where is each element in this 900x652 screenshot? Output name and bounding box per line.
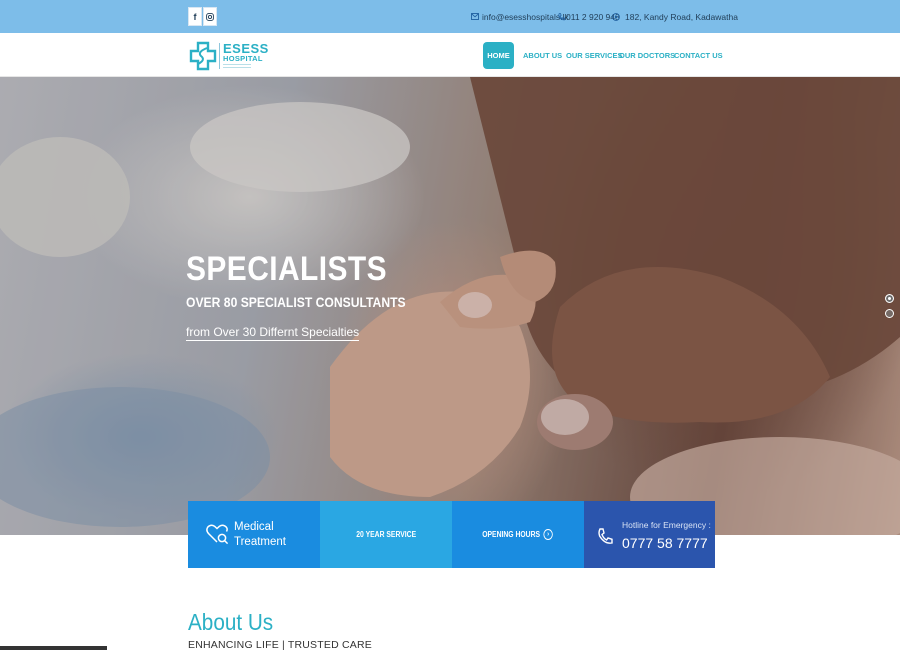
nav-our-doctors[interactable]: OUR DOCTORS <box>619 42 675 69</box>
slider-dot-2[interactable] <box>885 309 894 318</box>
heart-search-icon <box>206 524 229 545</box>
about-subheading: ENHANCING LIFE | TRUSTED CARE <box>188 639 372 651</box>
hero-banner: SPECIALISTS OVER 80 SPECIALIST CONSULTAN… <box>0 77 900 535</box>
medical-treatment-label: Medical Treatment <box>234 521 286 548</box>
nav-about-us[interactable]: ABOUT US <box>523 42 562 69</box>
nav-our-services[interactable]: OUR SERVICES <box>566 42 623 69</box>
facebook-link[interactable]: f <box>188 7 202 26</box>
hero-title: SPECIALISTS <box>186 250 388 288</box>
emergency-hotline-box[interactable]: Hotline for Emergency : 0777 58 7777 <box>584 501 715 568</box>
opening-hours-label: OPENING HOURS › <box>483 529 554 540</box>
service-years-box: 20 YEAR SERVICE <box>320 501 452 568</box>
email-contact[interactable]: info@esesshospitals.lk <box>471 0 569 33</box>
bottom-scroll-indicator <box>0 646 107 650</box>
instagram-icon <box>206 12 214 21</box>
email-text: info@esesshospitals.lk <box>482 11 569 22</box>
about-heading: About Us <box>188 609 274 635</box>
instagram-link[interactable] <box>203 7 217 26</box>
medical-treatment-box[interactable]: Medical Treatment <box>188 501 322 568</box>
address-contact: 182, Kandy Road, Kadawatha <box>612 0 738 33</box>
nav-contact-us[interactable]: CONTACT US <box>674 42 723 69</box>
hotline-number[interactable]: 0777 58 7777 <box>622 535 708 551</box>
service-years-label: 20 YEAR SERVICE <box>356 530 416 539</box>
slider-dot-1[interactable] <box>885 294 894 303</box>
email-icon <box>471 13 479 20</box>
logo-subtitle: HOSPITAL <box>223 54 263 63</box>
nav-home[interactable]: HOME <box>483 42 514 69</box>
medical-cross-logo-icon <box>189 41 217 71</box>
address-text: 182, Kandy Road, Kadawatha <box>625 11 738 22</box>
location-icon <box>612 12 620 21</box>
top-bar: f info@esesshospitals.lk 011 2 920 943 1… <box>0 0 900 33</box>
hero-specialties-link[interactable]: from Over 30 Differnt Specialties <box>186 325 360 341</box>
logo-divider <box>219 43 220 69</box>
hotline-caption: Hotline for Emergency : <box>622 520 711 530</box>
main-navbar: ESESS HOSPITAL HOME ABOUT US OUR SERVICE… <box>0 33 900 77</box>
hero-subtitle: OVER 80 SPECIALIST CONSULTANTS <box>186 295 406 310</box>
phone-icon <box>598 528 613 544</box>
phone-icon <box>558 12 565 21</box>
phone-contact[interactable]: 011 2 920 943 <box>558 0 620 33</box>
opening-hours-box[interactable]: OPENING HOURS › <box>452 501 584 568</box>
opening-hours-text: OPENING HOURS <box>482 530 541 539</box>
hospital-logo[interactable]: ESESS HOSPITAL <box>189 41 269 71</box>
logo-tagline-lines <box>223 64 251 68</box>
facebook-icon: f <box>193 11 197 22</box>
hero-overlay <box>0 77 900 535</box>
arrow-right-circle-icon: › <box>543 529 554 540</box>
